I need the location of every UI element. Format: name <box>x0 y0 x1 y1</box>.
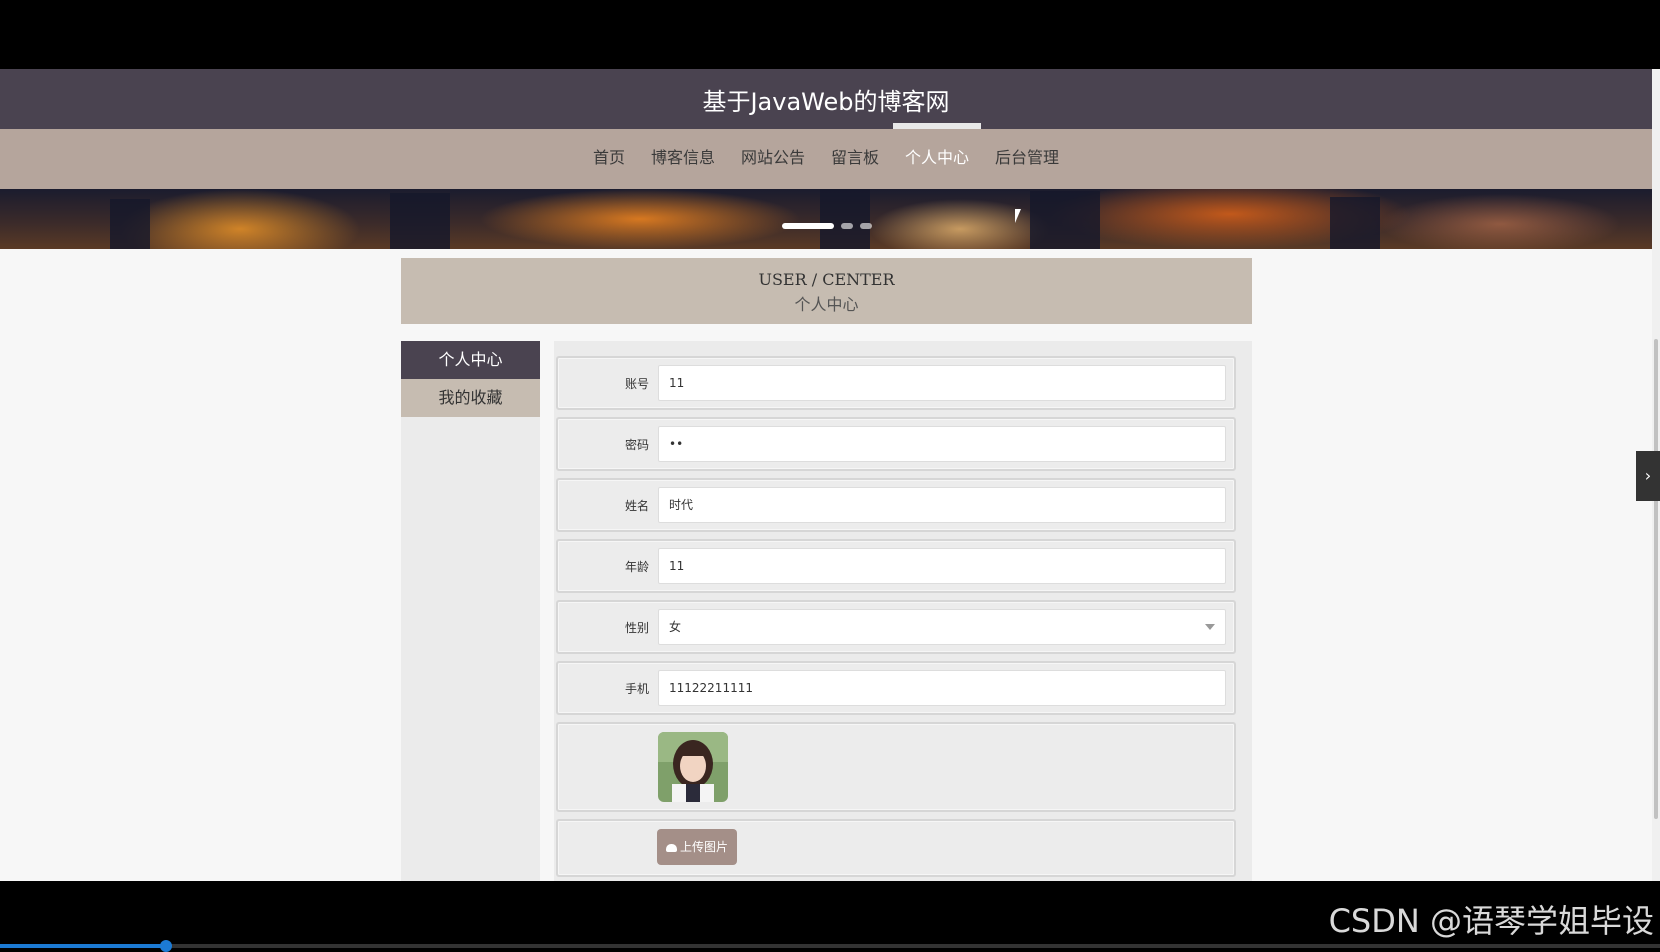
form-row-age: 年龄 11 <box>556 539 1236 593</box>
nav-item-user-center[interactable]: 个人中心 <box>892 129 982 189</box>
section-title-box: USER / CENTER 个人中心 <box>401 258 1252 324</box>
banner-building <box>110 199 150 249</box>
account-label: 账号 <box>624 377 649 391</box>
phone-label: 手机 <box>624 682 649 696</box>
browser-page: 基于JavaWeb的博客网 首页 博客信息 网站公告 留言板 个人中心 后台管理… <box>0 69 1652 881</box>
avatar <box>658 732 728 802</box>
carousel-dot[interactable] <box>841 223 853 229</box>
banner-building <box>1330 197 1380 249</box>
nav-underline <box>578 123 1074 129</box>
sidebar-item-favorites[interactable]: 我的收藏 <box>401 379 540 417</box>
main-nav: 首页 博客信息 网站公告 留言板 个人中心 后台管理 <box>0 129 1652 189</box>
video-progress-bar[interactable] <box>0 940 1660 952</box>
form-row-name: 姓名 时代 <box>556 478 1236 532</box>
nav-item-blog-info[interactable]: 博客信息 <box>638 129 728 189</box>
form-row-phone: 手机 11122211111 <box>556 661 1236 715</box>
name-label: 姓名 <box>624 499 649 513</box>
form-row-gender: 性别 女 <box>556 600 1236 654</box>
banner-carousel[interactable] <box>0 189 1652 249</box>
gender-label: 性别 <box>624 621 649 635</box>
avatar-image <box>658 732 728 802</box>
banner-building <box>1030 191 1100 249</box>
profile-form: 账号 11 密码 •• 姓名 时代 年龄 11 性别 女 手机 11122211… <box>554 341 1252 881</box>
age-input[interactable]: 11 <box>658 548 1226 584</box>
upload-button-label: 上传图片 <box>679 840 728 854</box>
sidebar-item-user-center[interactable]: 个人中心 <box>401 341 540 379</box>
side-expand-tab[interactable]: › <box>1636 451 1660 501</box>
carousel-dots <box>782 223 872 229</box>
section-title-cn: 个人中心 <box>794 295 859 314</box>
chevron-down-icon <box>1205 624 1215 630</box>
phone-input[interactable]: 11122211111 <box>658 670 1226 706</box>
site-title: 基于JavaWeb的博客网 <box>702 87 950 116</box>
watermark: CSDN @语琴学姐毕设 <box>1328 902 1654 940</box>
top-letterbox <box>0 0 1660 69</box>
carousel-dot[interactable] <box>860 223 872 229</box>
gender-select-value: 女 <box>669 620 682 634</box>
nav-item-message-board[interactable]: 留言板 <box>818 129 892 189</box>
password-input[interactable]: •• <box>658 426 1226 462</box>
banner-building <box>390 193 450 249</box>
password-label: 密码 <box>624 438 649 452</box>
mouse-cursor-icon <box>1015 209 1021 223</box>
gender-select[interactable]: 女 <box>658 609 1226 645</box>
video-progress-fill <box>0 944 166 948</box>
section-title-en: USER / CENTER <box>758 270 895 289</box>
cloud-upload-icon <box>665 844 677 852</box>
form-row-password: 密码 •• <box>556 417 1236 471</box>
user-sidebar: 个人中心 我的收藏 <box>401 341 540 881</box>
account-input[interactable]: 11 <box>658 365 1226 401</box>
age-label: 年龄 <box>624 560 649 574</box>
scrollbar-thumb[interactable] <box>1654 339 1658 819</box>
banner-building <box>820 189 870 249</box>
nav-item-home[interactable]: 首页 <box>580 129 638 189</box>
form-row-upload: 上传图片 <box>556 819 1236 877</box>
form-row-account: 账号 11 <box>556 356 1236 410</box>
carousel-dot[interactable] <box>782 223 834 229</box>
form-row-avatar <box>556 722 1236 812</box>
nav-item-announcements[interactable]: 网站公告 <box>728 129 818 189</box>
nav-item-admin[interactable]: 后台管理 <box>982 129 1072 189</box>
name-input[interactable]: 时代 <box>658 487 1226 523</box>
upload-image-button[interactable]: 上传图片 <box>657 829 737 865</box>
video-progress-knob[interactable] <box>160 940 172 952</box>
chevron-right-icon: › <box>1644 466 1652 485</box>
nav-active-indicator <box>893 123 981 129</box>
site-header: 基于JavaWeb的博客网 <box>0 69 1652 129</box>
